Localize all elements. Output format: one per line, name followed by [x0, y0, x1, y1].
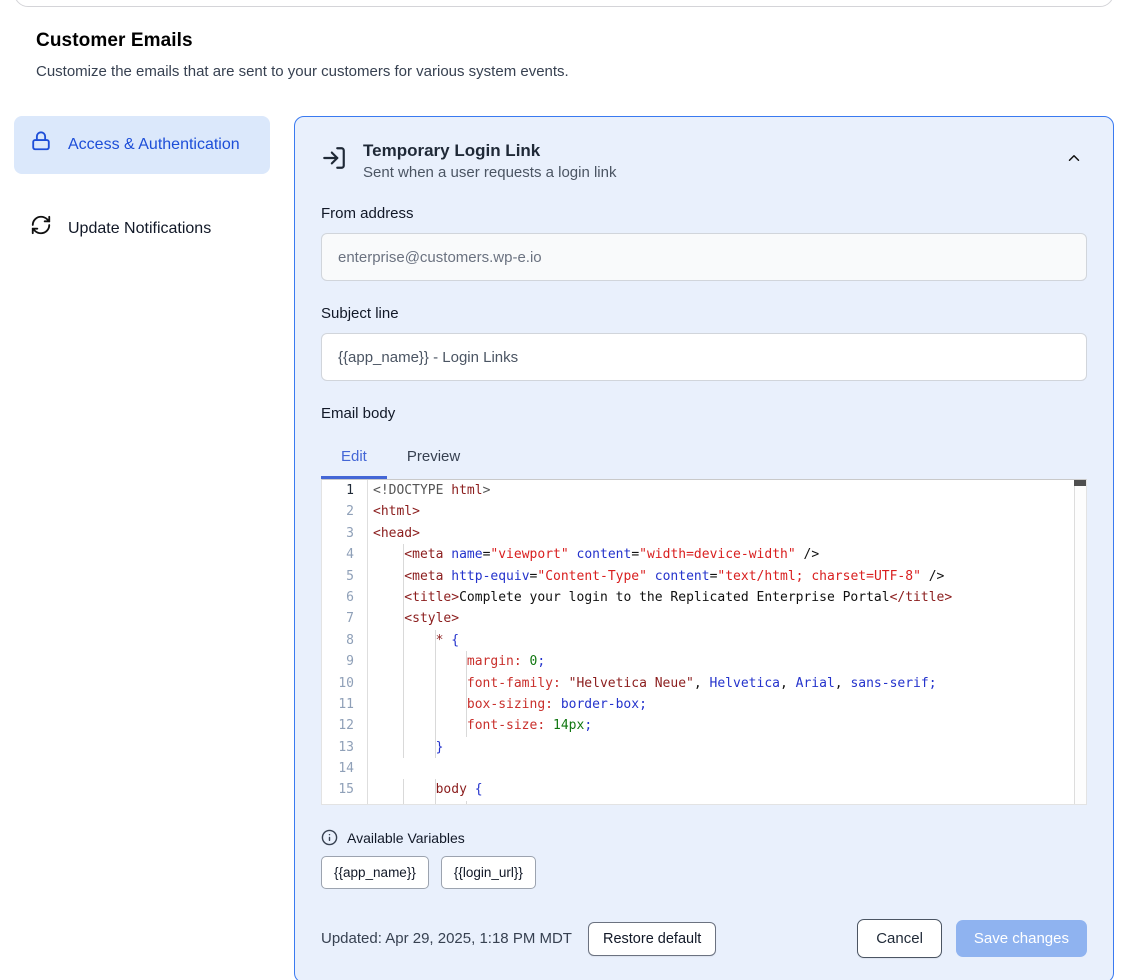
page-subtitle: Customize the emails that are sent to yo… — [36, 63, 1092, 80]
code-editor[interactable]: 1<!DOCTYPE html>2<html>3<head>4<meta nam… — [321, 479, 1087, 805]
sidebar-item-update-notifications[interactable]: Update Notifications — [14, 200, 270, 258]
code-line: 1<!DOCTYPE html> — [322, 480, 1086, 501]
sidebar-item-label: Access & Authentication — [68, 133, 240, 157]
email-body-tabs: Edit Preview — [321, 438, 1087, 479]
editor-scrollbar-thumb[interactable] — [1074, 480, 1086, 486]
chevron-up-icon — [1065, 155, 1083, 170]
collapse-button[interactable] — [1061, 145, 1087, 174]
cancel-button[interactable]: Cancel — [857, 919, 942, 958]
card-subtitle: Sent when a user requests a login link — [363, 164, 1045, 181]
subject-line-label: Subject line — [321, 305, 1087, 322]
save-changes-button[interactable]: Save changes — [956, 920, 1087, 957]
code-line: 2<html> — [322, 501, 1086, 522]
code-line: 12font-size: 14px; — [322, 715, 1086, 736]
restore-default-button[interactable]: Restore default — [588, 922, 716, 956]
refresh-icon — [30, 214, 52, 244]
email-body-label: Email body — [321, 405, 1087, 422]
code-line: 9margin: 0; — [322, 651, 1086, 672]
subject-line-input[interactable] — [321, 333, 1087, 381]
lock-icon — [30, 130, 52, 160]
variable-chip-app-name[interactable]: {{app_name}} — [321, 856, 429, 889]
from-address-input[interactable] — [321, 233, 1087, 281]
available-variables-label: Available Variables — [347, 830, 465, 846]
from-address-label: From address — [321, 205, 1087, 222]
code-line: 7<style> — [322, 608, 1086, 629]
code-line: 8* { — [322, 630, 1086, 651]
card-header: Temporary Login Link Sent when a user re… — [321, 141, 1087, 181]
customer-emails-page: Customer Emails Customize the emails tha… — [0, 0, 1128, 980]
info-icon — [321, 829, 338, 846]
sidebar-item-label: Update Notifications — [68, 217, 211, 241]
available-variables-header: Available Variables — [321, 829, 1087, 846]
code-lines: 1<!DOCTYPE html>2<html>3<head>4<meta nam… — [322, 480, 1086, 805]
code-line: 4<meta name="viewport" content="width=de… — [322, 544, 1086, 565]
sidebar: Access & Authentication Update Notificat… — [14, 116, 270, 258]
login-icon — [321, 145, 347, 176]
temporary-login-link-card: Temporary Login Link Sent when a user re… — [294, 116, 1114, 980]
card-title: Temporary Login Link — [363, 141, 1045, 161]
code-line: 15body { — [322, 779, 1086, 800]
page-title: Customer Emails — [36, 30, 1092, 52]
previous-card-edge — [14, 0, 1114, 7]
card-footer: Updated: Apr 29, 2025, 1:18 PM MDT Resto… — [321, 919, 1087, 958]
code-line: 6<title>Complete your login to the Repli… — [322, 587, 1086, 608]
code-line: 5<meta http-equiv="Content-Type" content… — [322, 566, 1086, 587]
code-line: 10font-family: "Helvetica Neue", Helveti… — [322, 673, 1086, 694]
variable-chips: {{app_name}} {{login_url}} — [321, 856, 1087, 889]
code-line: 11box-sizing: border-box; — [322, 694, 1086, 715]
page-header: Customer Emails Customize the emails tha… — [0, 0, 1128, 80]
code-line: 16background-color: #f9f9f9; — [322, 801, 1086, 805]
updated-timestamp: Updated: Apr 29, 2025, 1:18 PM MDT — [321, 930, 572, 947]
code-line: 14 — [322, 758, 1086, 779]
variable-chip-login-url[interactable]: {{login_url}} — [441, 856, 536, 889]
sidebar-item-access-authentication[interactable]: Access & Authentication — [14, 116, 270, 174]
tab-preview[interactable]: Preview — [387, 438, 480, 479]
editor-scrollbar-track[interactable] — [1074, 480, 1086, 804]
code-line: 3<head> — [322, 523, 1086, 544]
code-line: 13} — [322, 737, 1086, 758]
tab-edit[interactable]: Edit — [321, 438, 387, 479]
